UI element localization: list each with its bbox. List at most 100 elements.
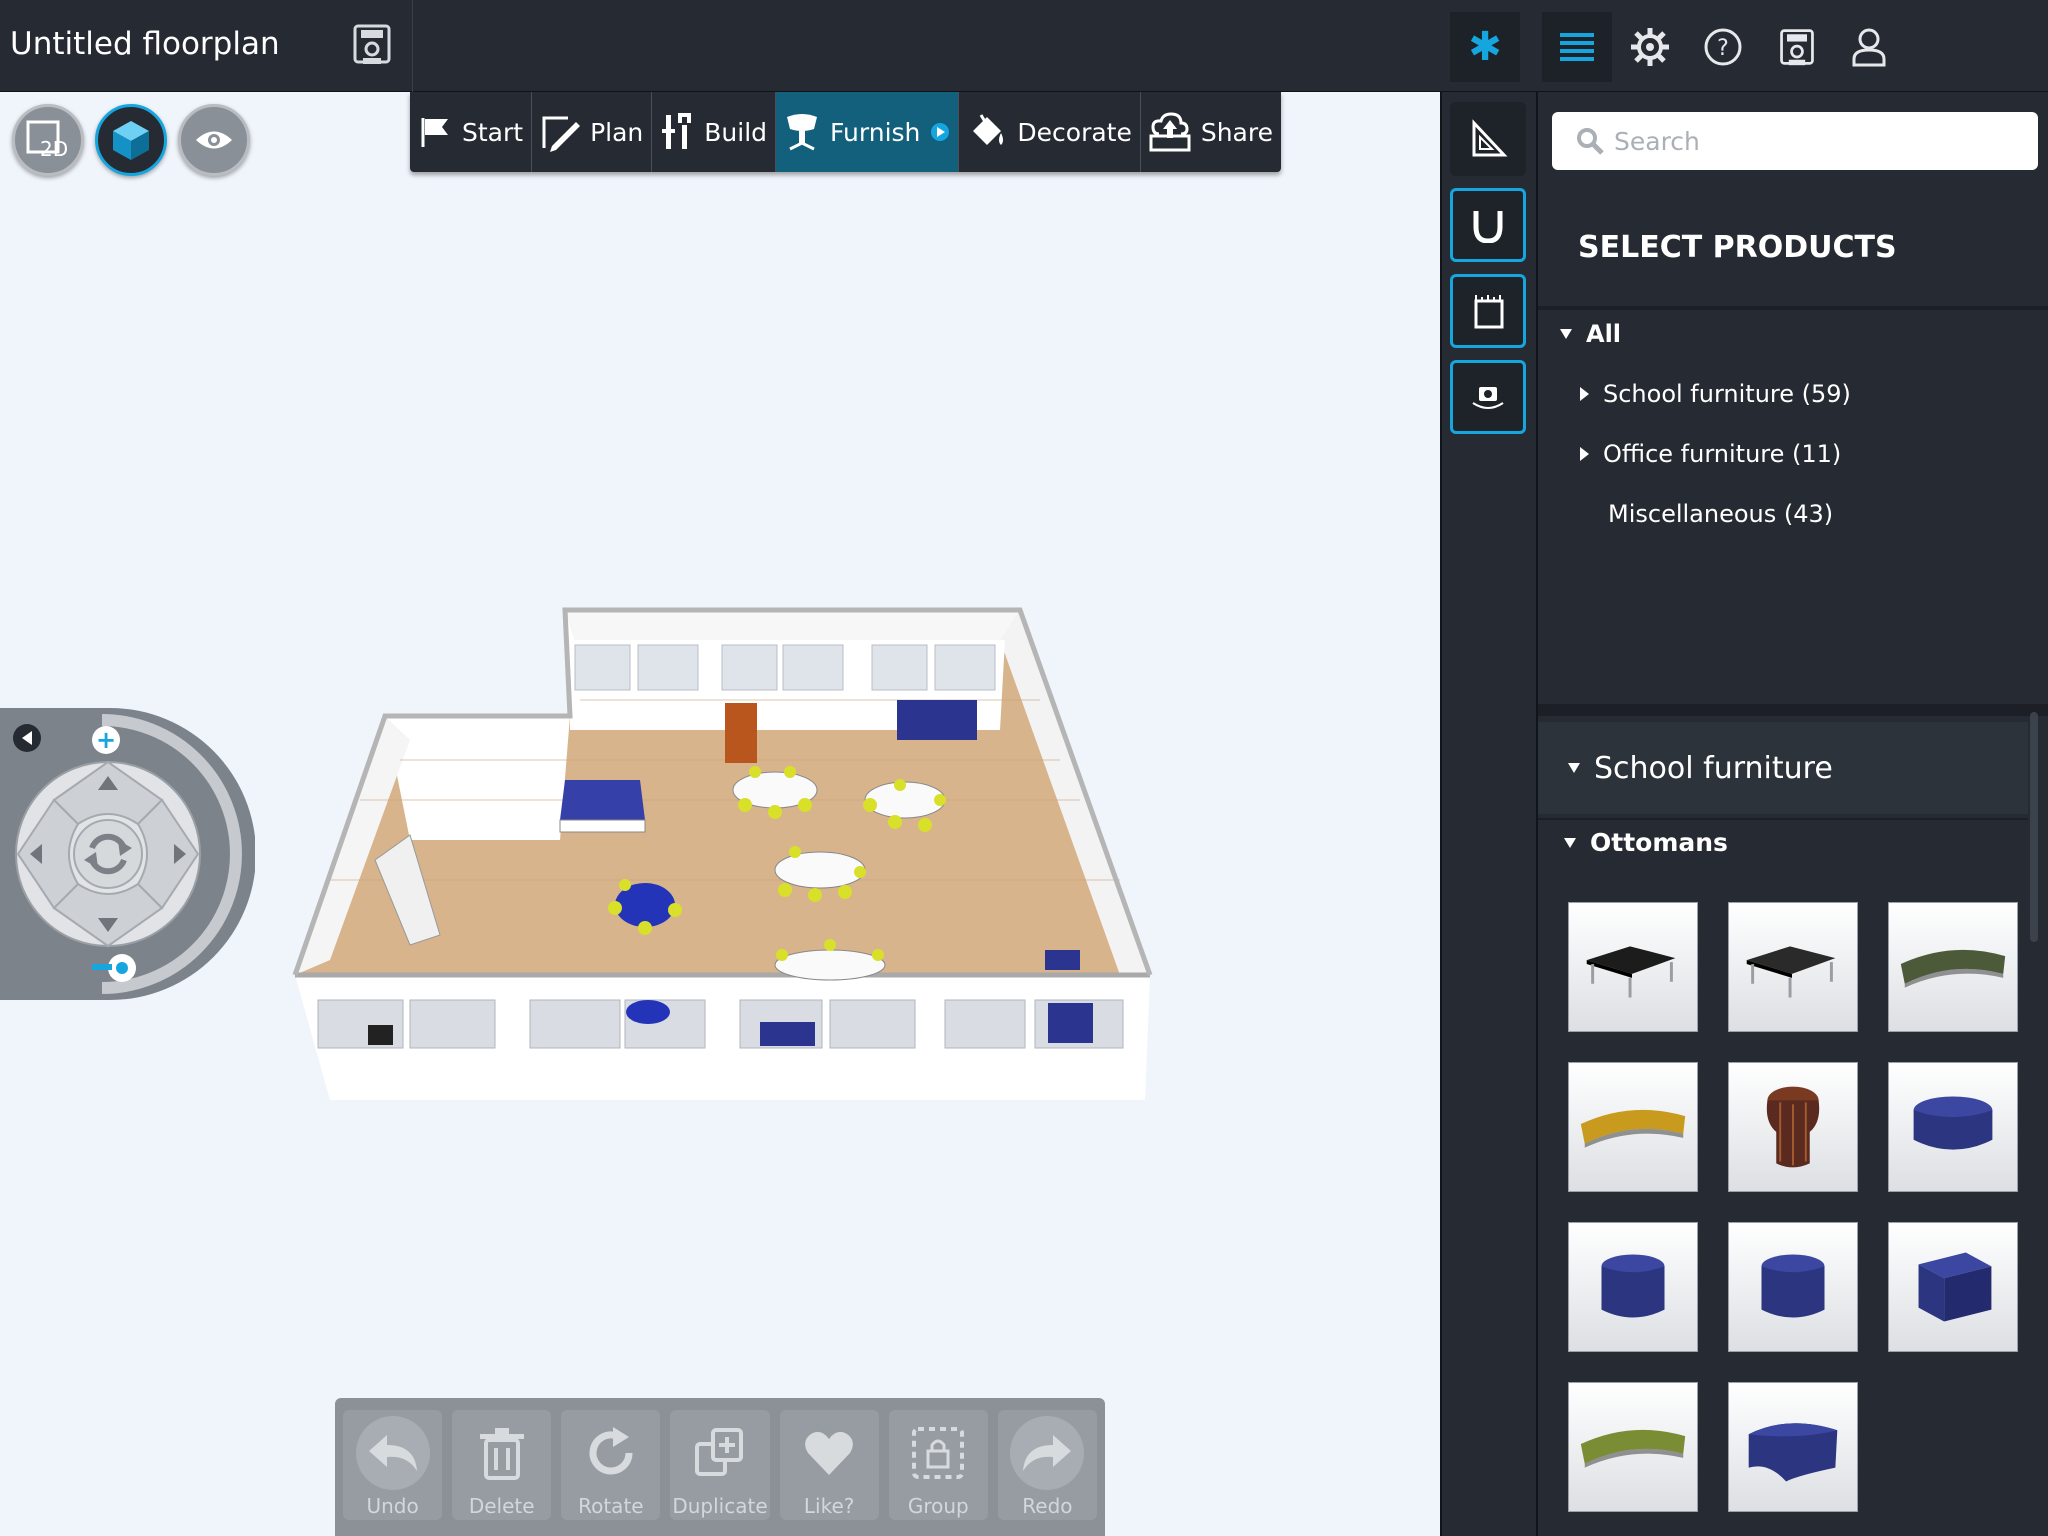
top-divider: [412, 0, 413, 92]
tab-decorate[interactable]: Decorate: [959, 92, 1141, 172]
user-icon[interactable]: [1834, 12, 1904, 82]
floorplan-title[interactable]: Untitled floorplan: [10, 26, 280, 62]
subsection-header-ottomans[interactable]: Ottomans: [1564, 828, 1728, 857]
3d-cube-icon: [113, 121, 149, 160]
group-button[interactable]: Group: [888, 1410, 988, 1520]
product-image: [1748, 1423, 1838, 1482]
pencil-icon: [542, 116, 581, 152]
product-thumbnail[interactable]: [1568, 902, 1698, 1032]
product-thumbnail[interactable]: [1888, 902, 2018, 1032]
paint-bucket-icon: [973, 114, 1004, 145]
product-image: [1586, 946, 1676, 998]
svg-text:+: +: [96, 726, 116, 754]
product-panel: SELECT PRODUCTS All School furniture (59…: [1536, 92, 2048, 1536]
product-image: [1746, 946, 1836, 998]
collapsed-triangle-icon: [1580, 447, 1589, 461]
tools-icon: [662, 113, 692, 149]
2d-view-button[interactable]: 2D: [12, 104, 84, 176]
top-bar: Untitled floorplan ✱ ?: [0, 0, 2048, 92]
product-thumbnail[interactable]: [1568, 1382, 1698, 1512]
tab-label: Decorate: [1017, 117, 1132, 147]
product-thumbnail[interactable]: [1888, 1222, 2018, 1352]
eye-icon: [196, 131, 232, 149]
delete-button[interactable]: Delete: [452, 1410, 552, 1520]
3d-view-button[interactable]: [95, 104, 167, 176]
product-thumbnail[interactable]: [1728, 902, 1858, 1032]
redo-icon: [1010, 1416, 1085, 1490]
save-icon[interactable]: [350, 22, 394, 66]
group-label: Group: [907, 1494, 969, 1518]
active-indicator-icon: [931, 123, 950, 141]
tab-build[interactable]: Build: [652, 92, 777, 172]
rotate-label: Rotate: [578, 1494, 644, 1518]
tab-plan[interactable]: Plan: [532, 92, 653, 172]
tree-label: School furniture (59): [1603, 380, 1851, 408]
svg-text:2D: 2D: [40, 137, 68, 160]
expanded-triangle-icon: [1560, 329, 1572, 339]
asterisk-icon[interactable]: ✱: [1450, 12, 1520, 82]
tab-furnish[interactable]: Furnish: [776, 92, 960, 172]
tree-item-miscellaneous[interactable]: Miscellaneous (43): [1608, 500, 1833, 528]
reset-view-button[interactable]: [73, 819, 143, 889]
expanded-triangle-icon: [1564, 837, 1576, 848]
subsection-label: Ottomans: [1590, 828, 1728, 857]
product-thumbnail[interactable]: [1568, 1222, 1698, 1352]
zoom-out-icon: [92, 964, 112, 970]
heart-icon: [803, 1416, 855, 1490]
tree-item-school-furniture[interactable]: School furniture (59): [1580, 380, 1851, 408]
help-icon[interactable]: ?: [1688, 12, 1758, 82]
panel-heading: SELECT PRODUCTS: [1578, 230, 1897, 265]
tab-label: Build: [704, 117, 768, 147]
product-thumbnail[interactable]: [1568, 1062, 1698, 1192]
product-image: [1913, 1096, 1993, 1150]
rotate-icon: [583, 1416, 639, 1490]
product-image: [1580, 1109, 1686, 1148]
gear-icon[interactable]: [1615, 12, 1685, 82]
product-image: [1580, 1429, 1686, 1468]
list-menu-icon[interactable]: [1542, 12, 1612, 82]
floppy-disk-icon[interactable]: [1762, 12, 1832, 82]
like-label: Like?: [803, 1494, 855, 1518]
product-thumbnail[interactable]: [1728, 1222, 1858, 1352]
section-label: School furniture: [1594, 750, 1833, 786]
dimensions-button[interactable]: [1450, 274, 1526, 348]
search-box[interactable]: [1552, 112, 2038, 170]
undo-label: Undo: [366, 1494, 419, 1518]
product-thumbnail[interactable]: [1888, 1062, 2018, 1192]
section-header-school-furniture[interactable]: School furniture: [1538, 722, 2028, 814]
snapshot-button[interactable]: [1450, 360, 1526, 434]
delete-label: Delete: [468, 1494, 535, 1518]
2d-view-icon: 2D: [26, 120, 68, 160]
tab-label: Furnish: [830, 117, 921, 147]
product-thumbnail[interactable]: [1728, 1382, 1858, 1512]
trash-icon: [478, 1416, 526, 1490]
walkthrough-view-button[interactable]: [178, 104, 250, 176]
tree-item-office-furniture[interactable]: Office furniture (11): [1580, 440, 1841, 468]
panel-divider: [1538, 704, 2048, 716]
product-thumbnail[interactable]: [1728, 1062, 1858, 1192]
tab-share[interactable]: Share: [1141, 92, 1281, 172]
search-input[interactable]: [1614, 126, 2034, 156]
cloud-upload-icon: [1149, 112, 1191, 152]
product-image: [1766, 1086, 1820, 1168]
set-square-icon: [1472, 119, 1508, 157]
camera-rotate-icon: [1472, 387, 1504, 409]
duplicate-button[interactable]: Duplicate: [670, 1410, 770, 1520]
product-image: [1601, 1254, 1665, 1318]
product-image: [1900, 949, 2006, 988]
step-tabs: Start Plan Build Furnish Decorate Share: [410, 92, 1281, 172]
navigation-control[interactable]: +: [0, 708, 256, 1000]
like-button[interactable]: Like?: [779, 1410, 879, 1520]
panel-scrollbar[interactable]: [2030, 712, 2038, 942]
undo-icon: [355, 1416, 430, 1490]
tree-item-all[interactable]: All: [1560, 320, 1621, 348]
collapsed-triangle-icon: [1580, 387, 1589, 401]
group-lock-icon: [910, 1416, 966, 1490]
snap-magnet-button[interactable]: [1450, 188, 1526, 262]
rotate-button[interactable]: Rotate: [561, 1410, 661, 1520]
measure-button[interactable]: [1450, 102, 1526, 176]
tab-start[interactable]: Start: [410, 92, 533, 172]
redo-button[interactable]: Redo: [997, 1410, 1097, 1520]
svg-text:?: ?: [1717, 36, 1729, 61]
undo-button[interactable]: Undo: [343, 1410, 443, 1520]
